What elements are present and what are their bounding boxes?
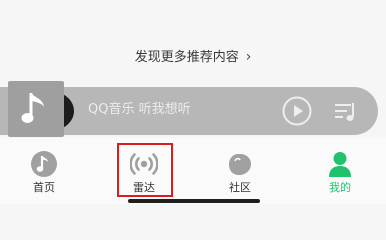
profile-icon bbox=[329, 152, 351, 177]
music-disc-icon bbox=[31, 151, 57, 177]
nav-label-home: 首页 bbox=[33, 181, 55, 194]
album-cover[interactable] bbox=[8, 81, 64, 137]
music-note-icon bbox=[21, 93, 44, 123]
content-area bbox=[0, 0, 386, 86]
highlight-box bbox=[117, 143, 173, 197]
playlist-button[interactable] bbox=[333, 99, 359, 125]
discover-more-label: 发现更多推荐内容 bbox=[134, 50, 239, 65]
play-button[interactable] bbox=[282, 96, 312, 126]
home-indicator[interactable] bbox=[128, 199, 260, 203]
community-icon bbox=[229, 154, 251, 175]
nav-item-community[interactable]: 社区 bbox=[208, 138, 272, 198]
nav-item-mine[interactable]: 我的 bbox=[308, 138, 372, 198]
play-icon bbox=[282, 96, 312, 126]
player-title: QQ音乐 听我想听 bbox=[88, 102, 191, 117]
playlist-icon bbox=[335, 103, 354, 121]
discover-more-link[interactable]: 发现更多推荐内容 › bbox=[0, 47, 386, 67]
bottom-nav: 首页 雷达 社区 我的 bbox=[0, 138, 386, 204]
nav-label-community: 社区 bbox=[229, 181, 251, 194]
nav-item-home[interactable]: 首页 bbox=[12, 138, 76, 198]
chevron-right-icon: › bbox=[245, 49, 252, 65]
nav-label-mine: 我的 bbox=[329, 181, 351, 194]
